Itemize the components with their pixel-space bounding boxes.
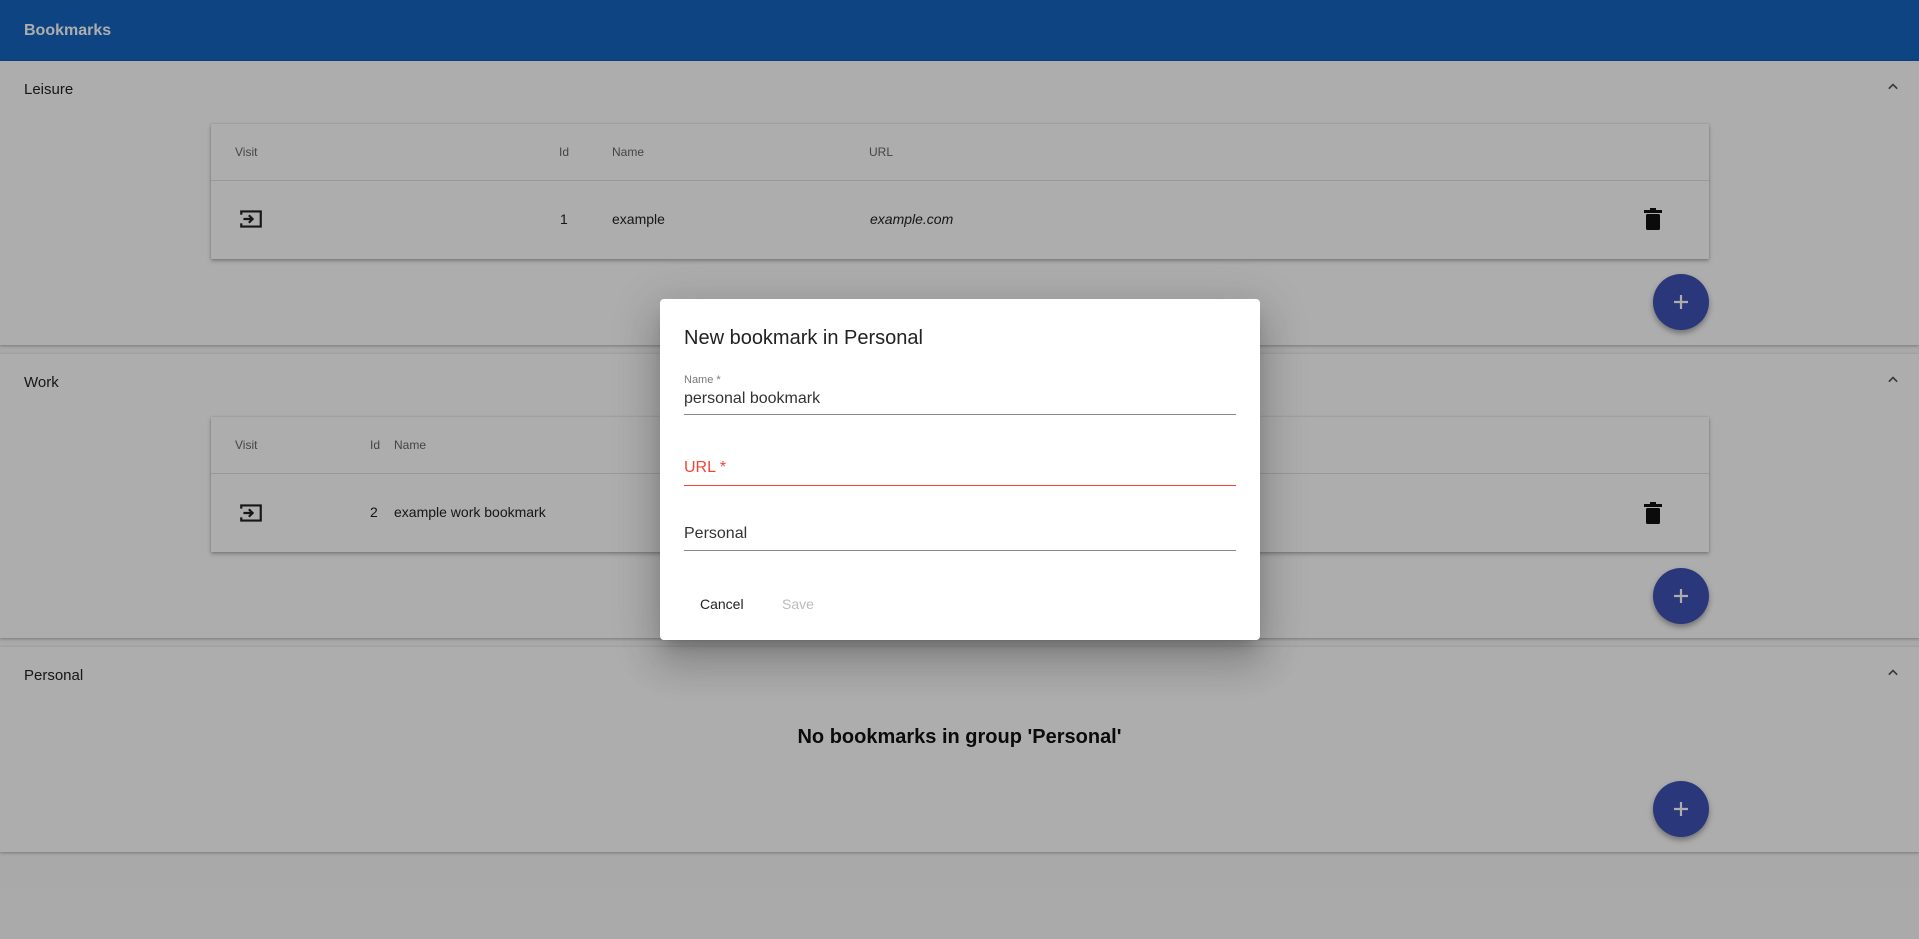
group-select-underline	[684, 550, 1236, 551]
cancel-button[interactable]: Cancel	[684, 586, 760, 622]
name-field-label: Name *	[684, 374, 721, 386]
url-field[interactable]: URL *	[684, 459, 1236, 486]
name-field-underline	[684, 414, 1236, 415]
save-button[interactable]: Save	[766, 586, 830, 622]
group-select-value[interactable]: Personal	[684, 525, 1236, 543]
url-field-label: URL *	[684, 459, 727, 476]
url-field-underline	[684, 485, 1236, 486]
name-field[interactable]: Name * personal bookmark	[684, 374, 1236, 415]
new-bookmark-dialog: New bookmark in Personal Name * personal…	[660, 299, 1260, 640]
name-input[interactable]: personal bookmark	[684, 390, 1236, 408]
dialog-title: New bookmark in Personal	[684, 327, 923, 349]
group-select[interactable]: Personal	[684, 525, 1236, 551]
